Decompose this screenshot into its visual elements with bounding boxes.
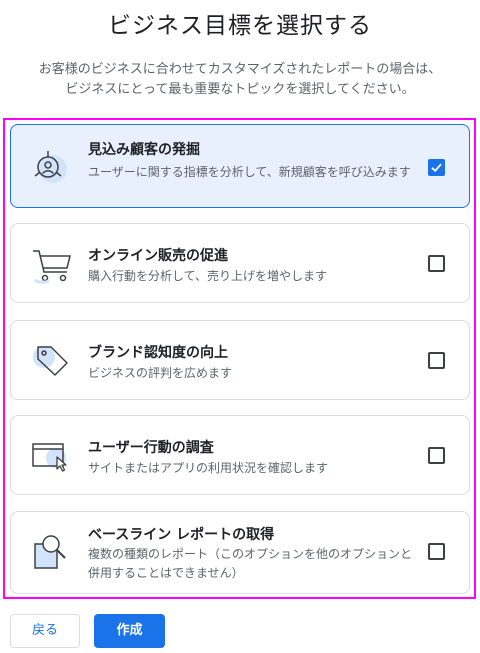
option-title: ユーザー行動の調査 [88, 440, 214, 456]
option-title: 見込み顧客の発掘 [88, 142, 200, 158]
option-checkbox[interactable] [428, 447, 445, 464]
option-card-user-behavior[interactable]: ユーザー行動の調査 サイトまたはアプリの利用状況を確認します [10, 415, 470, 495]
page-title: ビジネス目標を選択する [108, 13, 372, 39]
shopping-cart-icon [29, 242, 73, 286]
create-button[interactable]: 作成 [94, 614, 165, 648]
option-title: ブランド認知度の向上 [88, 345, 228, 361]
cursor-window-icon [29, 434, 73, 478]
option-description: ユーザーに関する指標を分析して、新規顧客を呼び込みます [88, 165, 411, 179]
option-title: ベースライン レポートの取得 [88, 527, 275, 543]
option-description: ビジネスの評判を広めます [88, 366, 233, 380]
checkmark-icon [431, 163, 442, 173]
option-title: オンライン販売の促進 [88, 248, 228, 264]
subtitle-line-2: ビジネスにとって最も重要なトピックを選択してください。 [65, 82, 415, 97]
subtitle-line-1: お客様のビジネスに合わせてカスタマイズされたレポートの場合は、 [38, 62, 442, 77]
lead-target-icon [29, 145, 73, 189]
option-description: 複数の種類のレポート（このオプションを他のオプションと併用することはできません） [88, 547, 413, 580]
option-checkbox[interactable] [428, 159, 445, 176]
option-card-lead-generation[interactable]: 見込み顧客の発掘 ユーザーに関する指標を分析して、新規顧客を呼び込みます [10, 124, 470, 208]
page-subtitle: お客様のビジネスに合わせてカスタマイズされたレポートの場合は、 ビジネスにとって… [0, 60, 480, 100]
option-checkbox[interactable] [428, 255, 445, 272]
option-checkbox[interactable] [428, 352, 445, 369]
back-button[interactable]: 戻る [10, 614, 80, 648]
option-description: 購入行動を分析して、売り上げを増やします [88, 269, 328, 283]
price-tag-icon [29, 339, 73, 383]
option-description: サイトまたはアプリの利用状況を確認します [88, 461, 329, 475]
option-card-brand-awareness[interactable]: ブランド認知度の向上 ビジネスの評判を広めます [10, 320, 470, 400]
document-magnifier-icon [29, 530, 73, 574]
option-checkbox[interactable] [428, 543, 445, 560]
option-card-baseline-reports[interactable]: ベースライン レポートの取得 複数の種類のレポート（このオプションを他のオプショ… [10, 511, 470, 594]
option-card-online-sales[interactable]: オンライン販売の促進 購入行動を分析して、売り上げを増やします [10, 223, 470, 303]
